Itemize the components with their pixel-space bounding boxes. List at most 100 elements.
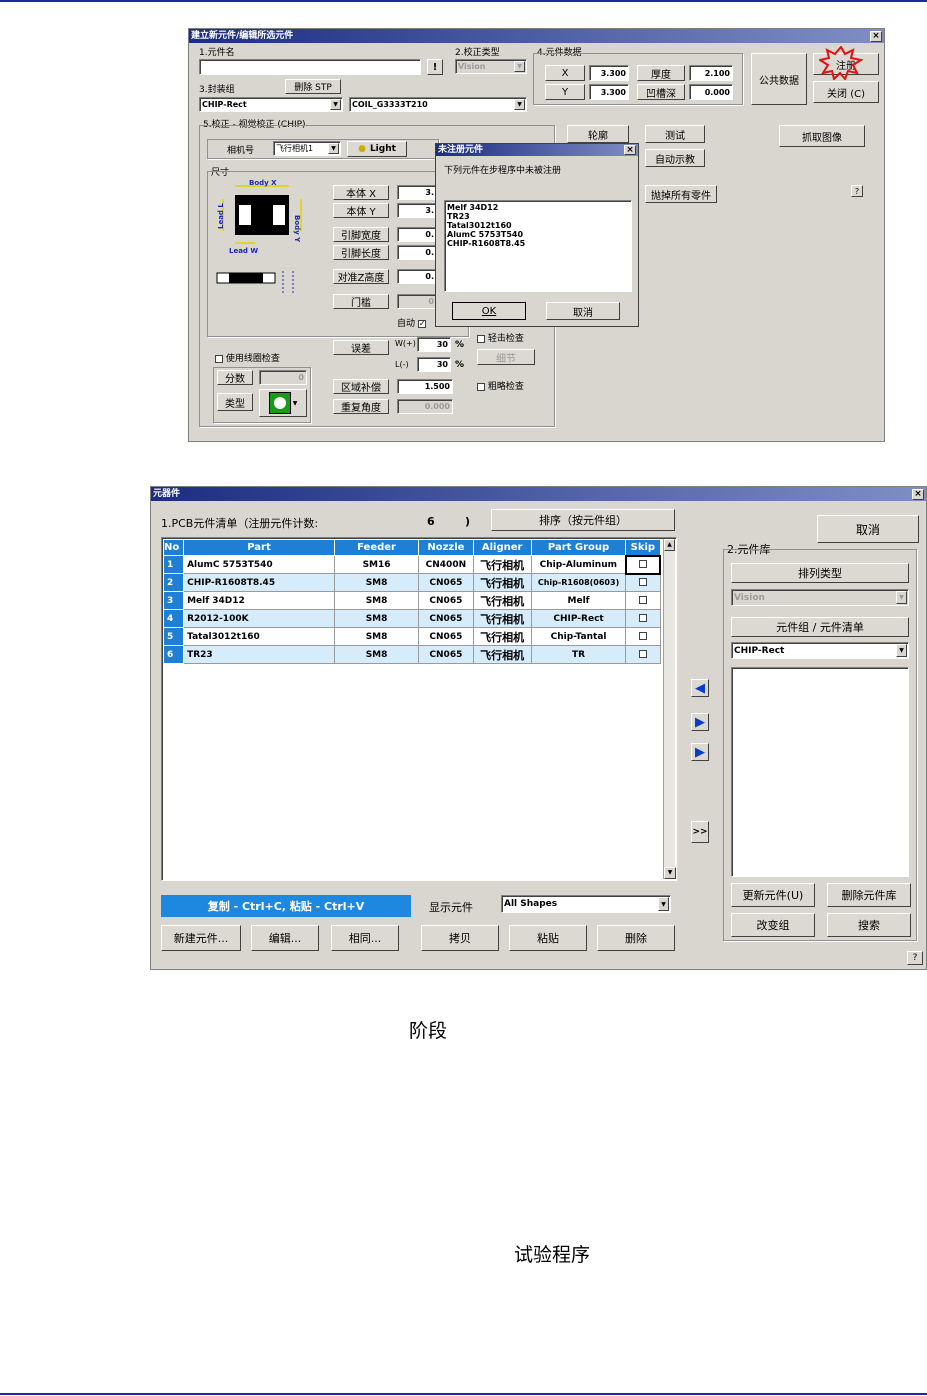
close-button[interactable]: 关闭 (C) — [813, 81, 879, 103]
test-button[interactable]: 测试 — [645, 125, 705, 143]
coil-select[interactable]: COIL_G3333T210 ▼ — [349, 97, 527, 112]
paste-button[interactable]: 粘贴 — [509, 925, 587, 951]
rough-check-checkbox[interactable]: 粗略检查 — [477, 379, 524, 392]
col-feeder[interactable]: Feeder — [333, 539, 420, 556]
x-value-field[interactable]: 3.300 — [589, 65, 629, 81]
region-comp-field[interactable]: 1.500 — [397, 379, 453, 394]
aligner-cell[interactable]: 飞行相机 — [472, 591, 532, 610]
change-group-button[interactable]: 改变组 — [731, 913, 815, 937]
aligner-cell[interactable]: 飞行相机 — [472, 573, 532, 592]
list-item[interactable]: CHIP-R1608T8.45 — [447, 239, 629, 248]
col-aligner[interactable]: Aligner — [472, 539, 532, 556]
repeat-angle-field[interactable]: 0.000 — [397, 399, 453, 414]
part-name-lookup-button[interactable]: ! — [427, 59, 443, 75]
edit-button[interactable]: 编辑... — [251, 925, 319, 951]
auto-checkbox[interactable]: 自动 ✓ — [397, 316, 426, 329]
move-right-icon[interactable]: ▶ — [691, 713, 709, 731]
close-icon[interactable]: × — [624, 145, 636, 155]
skip-checkbox[interactable] — [638, 578, 647, 587]
col-part[interactable]: Part — [183, 539, 335, 556]
close-icon[interactable]: × — [912, 489, 924, 500]
use-coil-checkbox[interactable]: 使用线圈检查 — [215, 351, 280, 364]
lead-length-field[interactable]: 0. — [397, 245, 437, 260]
nozzle-cell[interactable]: CN065 — [418, 627, 474, 646]
recess-value-field[interactable]: 0.000 — [689, 84, 733, 100]
skip-checkbox[interactable] — [638, 560, 647, 568]
ok-button[interactable]: OK — [452, 302, 526, 320]
same-button[interactable]: 相同... — [331, 925, 399, 951]
common-data-button[interactable]: 公共数据 — [751, 53, 807, 105]
teach-outline-button[interactable]: 轮廓 — [567, 125, 629, 143]
sort-by-group-button[interactable]: 排序（按元件组） — [491, 509, 675, 531]
show-parts-select[interactable]: All Shapes ▼ — [501, 895, 671, 913]
feeder-cell[interactable]: SM8 — [333, 609, 420, 628]
col-no[interactable]: No — [162, 539, 185, 556]
skip-checkbox[interactable] — [638, 596, 647, 604]
delete-button[interactable]: 删除 — [597, 925, 675, 951]
package-select[interactable]: CHIP-Rect ▼ — [199, 97, 343, 112]
threshold-field[interactable]: 0 — [397, 294, 437, 309]
feeder-cell[interactable]: SM8 — [333, 591, 420, 610]
help-button[interactable]: ? — [851, 185, 863, 197]
body-y-field[interactable]: 3. — [397, 203, 437, 218]
group-cell[interactable]: Chip-Aluminum — [530, 555, 627, 574]
update-library-button[interactable]: 更新元件(U) — [731, 883, 815, 907]
part-cell[interactable]: AlumC 5753T540 — [183, 555, 335, 574]
aligner-cell[interactable]: 飞行相机 — [472, 627, 532, 646]
col-skip[interactable]: Skip — [625, 539, 661, 556]
copy-button[interactable]: 拷贝 — [421, 925, 499, 951]
library-list[interactable] — [731, 667, 909, 877]
discard-all-button[interactable]: 抛掉所有零件 — [645, 185, 717, 203]
feeder-cell[interactable]: SM8 — [333, 645, 420, 664]
group-cell[interactable]: Chip-Tantal — [530, 627, 627, 646]
part-name-input[interactable] — [199, 59, 421, 75]
feeder-cell[interactable]: SM8 — [333, 627, 420, 646]
nozzle-cell[interactable]: CN065 — [418, 609, 474, 628]
auto-teach-button[interactable]: 自动示教 — [645, 149, 705, 167]
light-check-checkbox[interactable]: 轻击检查 — [477, 331, 524, 344]
list-item[interactable]: Melf 34D12 — [447, 203, 629, 212]
table-row[interactable]: 3 Melf 34D12 SM8 CN065 飞行相机 Melf — [162, 591, 661, 610]
light-button[interactable]: ● Light — [347, 141, 407, 157]
camera-select[interactable]: 飞行相机1 ▼ — [273, 141, 341, 156]
table-row[interactable]: 4 R2012-100K SM8 CN065 飞行相机 CHIP-Rect — [162, 609, 661, 628]
list-item[interactable]: TR23 — [447, 212, 629, 221]
scroll-up-icon[interactable]: ▲ — [664, 539, 675, 551]
aligner-cell[interactable]: 飞行相机 — [472, 609, 532, 628]
skip-cell[interactable] — [625, 573, 661, 592]
z-height-field[interactable]: 0. — [397, 269, 437, 284]
score-field[interactable]: 0 — [259, 370, 307, 385]
skip-checkbox[interactable] — [638, 650, 647, 658]
unregistered-list[interactable]: Melf 34D12 TR23 Tatal3012t160 AlumC 5753… — [444, 200, 632, 292]
skip-cell[interactable] — [625, 591, 661, 610]
aligner-cell[interactable]: 飞行相机 — [472, 645, 532, 664]
col-nozzle[interactable]: Nozzle — [418, 539, 474, 556]
move-all-right-icon[interactable]: ▶ — [691, 743, 709, 761]
group-cell[interactable]: CHIP-Rect — [530, 609, 627, 628]
feeder-cell[interactable]: SM16 — [333, 555, 420, 574]
tol-w-field[interactable]: 30 — [417, 337, 451, 352]
part-cell[interactable]: Tatal3012t160 — [183, 627, 335, 646]
delete-stp-button[interactable]: 删除 STP — [285, 79, 341, 94]
skip-checkbox[interactable] — [638, 632, 647, 640]
tol-l-field[interactable]: 30 — [417, 357, 451, 372]
scroll-down-icon[interactable]: ▼ — [664, 867, 676, 879]
part-cell[interactable]: CHIP-R1608T8.45 — [183, 573, 335, 592]
skip-cell[interactable] — [625, 609, 661, 628]
group-cell[interactable]: Chip-R1608(0603) — [530, 573, 627, 592]
list-item[interactable]: Tatal3012t160 — [447, 221, 629, 230]
close-icon[interactable]: × — [870, 31, 882, 42]
aligner-cell[interactable]: 飞行相机 — [472, 555, 532, 574]
group-list-button[interactable]: 元件组 / 元件清单 — [731, 617, 909, 637]
nozzle-cell[interactable]: CN065 — [418, 645, 474, 664]
group-cell[interactable]: TR — [530, 645, 627, 664]
body-x-field[interactable]: 3. — [397, 185, 437, 200]
vertical-scrollbar[interactable]: ▲ ▼ — [663, 539, 676, 879]
delete-library-button[interactable]: 删除元件库 — [827, 883, 911, 907]
skip-cell[interactable] — [625, 627, 661, 646]
table-row[interactable]: 2 CHIP-R1608T8.45 SM8 CN065 飞行相机 Chip-R1… — [162, 573, 661, 592]
dialog-cancel-button[interactable]: 取消 — [546, 302, 620, 320]
skip-cell[interactable] — [625, 645, 661, 664]
nozzle-cell[interactable]: CN065 — [418, 591, 474, 610]
col-part-group[interactable]: Part Group — [530, 539, 627, 556]
